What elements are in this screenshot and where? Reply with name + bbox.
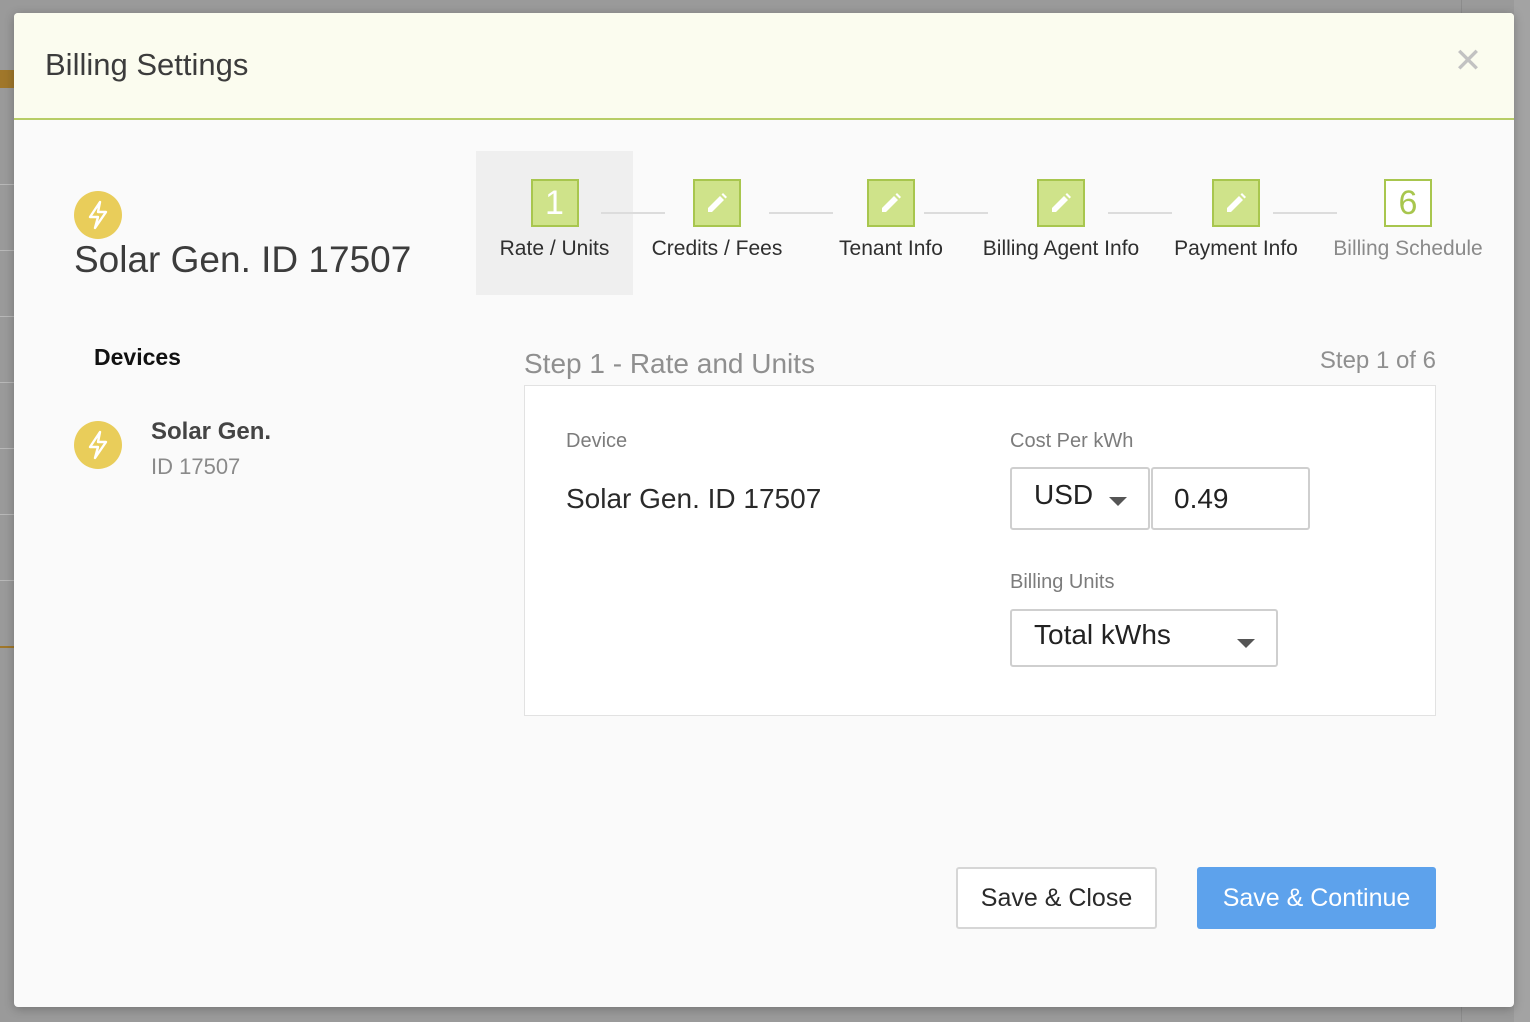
rate-units-panel: Device Solar Gen. ID 17507 Cost Per kWh … xyxy=(524,385,1436,716)
cost-per-kwh-input[interactable] xyxy=(1151,467,1310,530)
cost-per-kwh-label: Cost Per kWh xyxy=(1010,430,1134,452)
step-label: Billing Agent Info xyxy=(982,237,1140,260)
step-billing-schedule[interactable]: 6 Billing Schedule xyxy=(1322,179,1494,261)
device-list-id: ID 17507 xyxy=(151,454,241,479)
backdrop-divider xyxy=(0,514,14,515)
chevron-down-icon xyxy=(1109,497,1127,506)
step-number: 1 xyxy=(530,179,579,227)
step-billing-agent-info[interactable]: Billing Agent Info xyxy=(976,179,1146,261)
currency-value: USD xyxy=(1034,479,1094,510)
step-heading: Step 1 - Rate and Units xyxy=(524,348,816,379)
devices-heading: Devices xyxy=(94,344,181,370)
modal-header: Billing Settings ✕ xyxy=(14,13,1514,120)
pencil-icon xyxy=(693,179,741,227)
pencil-icon xyxy=(867,179,915,227)
step-rate-units[interactable]: 1 Rate / Units xyxy=(476,179,633,261)
save-close-button[interactable]: Save & Close xyxy=(956,867,1157,929)
chevron-down-icon xyxy=(1237,639,1255,648)
backdrop-accent-line xyxy=(0,646,14,648)
step-label: Rate / Units xyxy=(499,237,610,260)
backdrop-divider xyxy=(0,316,14,317)
save-continue-button[interactable]: Save & Continue xyxy=(1197,867,1436,929)
step-count: Step 1 of 6 xyxy=(1319,347,1436,374)
modal-title: Billing Settings xyxy=(45,47,249,82)
device-value: Solar Gen. ID 17507 xyxy=(566,483,822,514)
step-number: 6 xyxy=(1384,179,1432,227)
device-label: Device xyxy=(566,430,628,452)
backdrop-scroll-area xyxy=(1514,0,1530,1022)
billing-units-label: Billing Units xyxy=(1010,571,1115,593)
step-label: Tenant Info xyxy=(839,237,943,260)
billing-settings-modal: Billing Settings ✕ Solar Gen. ID 17507 1… xyxy=(14,13,1514,1007)
device-list-name[interactable]: Solar Gen. xyxy=(151,418,271,446)
billing-units-value: Total kWhs xyxy=(1034,619,1171,650)
backdrop-divider xyxy=(0,250,14,251)
step-label: Billing Schedule xyxy=(1333,237,1483,260)
step-tenant-info[interactable]: Tenant Info xyxy=(821,179,961,261)
backdrop-divider xyxy=(0,580,14,581)
billing-units-select[interactable]: Total kWhs xyxy=(1010,609,1278,667)
stepper: 1 Rate / Units Credits / Fees Tenant Inf… xyxy=(476,151,1486,295)
currency-select[interactable]: USD xyxy=(1010,467,1150,530)
step-label: Credits / Fees xyxy=(651,237,783,260)
bolt-icon xyxy=(74,191,122,239)
backdrop-divider xyxy=(0,382,14,383)
step-label: Payment Info xyxy=(1174,237,1298,260)
backdrop-accent xyxy=(0,70,14,88)
close-icon[interactable]: ✕ xyxy=(1452,44,1484,78)
pencil-icon xyxy=(1037,179,1085,227)
step-credits-fees[interactable]: Credits / Fees xyxy=(647,179,787,261)
backdrop-divider xyxy=(0,184,14,185)
device-title: Solar Gen. ID 17507 xyxy=(74,239,412,280)
step-payment-info[interactable]: Payment Info xyxy=(1162,179,1310,261)
bolt-icon xyxy=(74,421,122,469)
pencil-icon xyxy=(1212,179,1260,227)
backdrop-divider xyxy=(0,448,14,449)
